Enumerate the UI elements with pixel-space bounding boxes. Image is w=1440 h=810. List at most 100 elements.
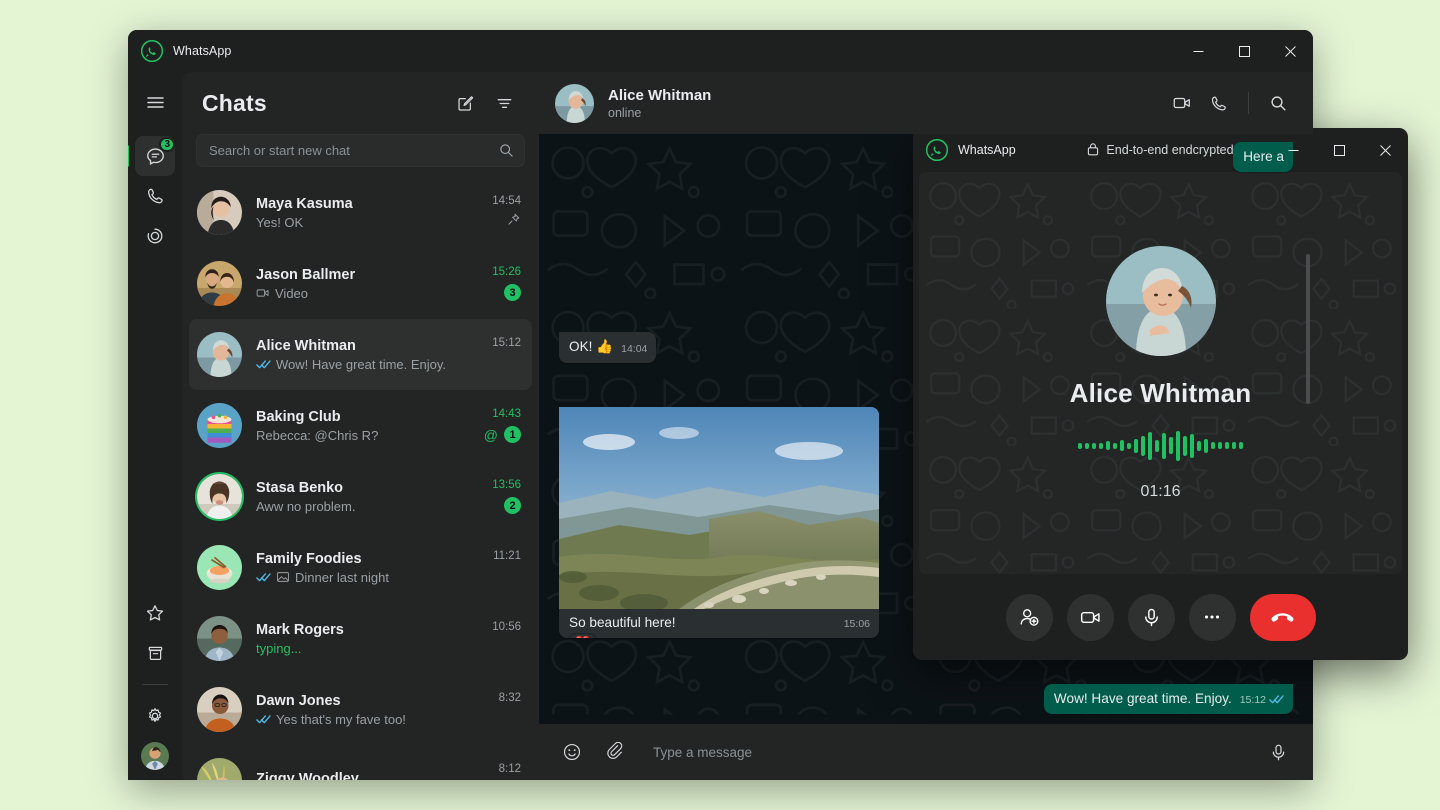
microphone-icon[interactable] bbox=[1262, 736, 1295, 769]
chat-list-item[interactable]: Baking ClubRebecca: @Chris R?14:43@1 bbox=[189, 390, 532, 461]
chat-time: 8:32 bbox=[499, 692, 521, 704]
sidebar-item-status[interactable] bbox=[135, 216, 175, 256]
avatar[interactable] bbox=[197, 474, 242, 519]
new-chat-icon[interactable] bbox=[449, 87, 482, 120]
chat-preview: Rebecca: @Chris R? bbox=[256, 428, 476, 443]
chat-preview-text: Aww no problem. bbox=[256, 499, 355, 514]
contact-avatar[interactable] bbox=[555, 84, 594, 123]
chat-preview-text: typing... bbox=[256, 641, 302, 656]
avatar[interactable] bbox=[197, 758, 242, 780]
sidebar-item-archived[interactable] bbox=[135, 633, 175, 673]
maximize-button[interactable] bbox=[1221, 30, 1267, 72]
chat-name: Ziggy Woodley bbox=[256, 771, 491, 780]
message-composer: Type a message bbox=[539, 724, 1313, 780]
search-placeholder: Search or start new chat bbox=[209, 143, 499, 158]
avatar[interactable] bbox=[197, 332, 242, 377]
call-maximize-button[interactable] bbox=[1316, 128, 1362, 172]
search-input[interactable]: Search or start new chat bbox=[196, 134, 525, 167]
message-input[interactable]: Type a message bbox=[645, 745, 1250, 760]
call-close-button[interactable] bbox=[1362, 128, 1408, 172]
chat-preview: typing... bbox=[256, 641, 484, 656]
avatar[interactable] bbox=[197, 403, 242, 448]
sidebar-item-starred[interactable] bbox=[135, 593, 175, 633]
message-bubble-outgoing[interactable]: Wow! Have great time. Enjoy. 15:12 bbox=[1044, 684, 1293, 714]
avatar[interactable] bbox=[197, 616, 242, 661]
search-icon bbox=[499, 143, 514, 158]
message-bubble-incoming[interactable]: OK! 👍 14:04 bbox=[559, 332, 656, 362]
chat-list-item[interactable]: Jason BallmerVideo15:263 bbox=[189, 248, 532, 319]
chat-badges bbox=[506, 213, 521, 230]
sidebar-item-settings[interactable] bbox=[135, 696, 175, 736]
waveform-bar bbox=[1106, 441, 1110, 450]
contact-name: Alice Whitman bbox=[608, 87, 711, 104]
search-chat-icon[interactable] bbox=[1262, 87, 1295, 120]
chats-unread-badge: 3 bbox=[159, 137, 175, 152]
video-call-icon[interactable] bbox=[1165, 87, 1198, 120]
chat-badges: 2 bbox=[504, 497, 521, 514]
chat-list-item[interactable]: Mark Rogers typing... 10:56 bbox=[189, 603, 532, 674]
waveform-bar bbox=[1211, 442, 1215, 449]
message-text: OK! 👍 bbox=[569, 338, 613, 356]
avatar[interactable] bbox=[197, 261, 242, 306]
message-time: 15:06 bbox=[844, 618, 870, 630]
waveform-bar bbox=[1141, 436, 1145, 456]
sidebar-item-chats[interactable]: 3 bbox=[135, 136, 175, 176]
chat-time: 14:43 bbox=[492, 408, 521, 420]
close-button[interactable] bbox=[1267, 30, 1313, 72]
call-contact-name: Alice Whitman bbox=[1070, 378, 1252, 409]
chat-time: 10:56 bbox=[492, 621, 521, 633]
waveform-bar bbox=[1239, 442, 1243, 449]
chat-list-item[interactable]: Stasa BenkoAww no problem.13:562 bbox=[189, 461, 532, 532]
message-bubble-image[interactable]: So beautiful here! 15:06 ❤️ bbox=[559, 407, 879, 638]
chat-name: Family Foodies bbox=[256, 551, 485, 567]
chat-name: Mark Rogers bbox=[256, 622, 484, 638]
waveform-bar bbox=[1134, 439, 1138, 453]
minimize-button[interactable] bbox=[1175, 30, 1221, 72]
waveform-bar bbox=[1120, 440, 1124, 451]
avatar[interactable] bbox=[197, 545, 242, 590]
pin-icon bbox=[506, 212, 521, 232]
call-contact-avatar bbox=[1106, 246, 1216, 356]
scrollbar-thumb[interactable] bbox=[1306, 254, 1310, 404]
chat-list-item[interactable]: Family FoodiesDinner last night11:21 bbox=[189, 532, 532, 603]
waveform-bar bbox=[1092, 443, 1096, 449]
chat-preview: Wow! Have great time. Enjoy. bbox=[256, 357, 484, 372]
chat-list-item[interactable]: Alice WhitmanWow! Have great time. Enjoy… bbox=[189, 319, 532, 390]
sidebar-item-calls[interactable] bbox=[135, 176, 175, 216]
conversation-header: Alice Whitman online bbox=[539, 72, 1313, 134]
waveform-bar bbox=[1197, 441, 1201, 451]
chat-list-panel: Chats bbox=[182, 72, 539, 780]
app-title: WhatsApp bbox=[173, 44, 231, 58]
chat-list-item[interactable]: Maya KasumaYes! OK14:54 bbox=[189, 177, 532, 248]
chat-time: 11:21 bbox=[493, 550, 521, 562]
unread-badge: 3 bbox=[504, 284, 521, 301]
chat-name: Maya Kasuma bbox=[256, 196, 484, 212]
window-controls bbox=[1175, 30, 1313, 72]
message-photo[interactable] bbox=[559, 407, 879, 609]
audio-waveform bbox=[1078, 429, 1243, 463]
chat-list-item[interactable]: Dawn JonesYes that's my fave too!8:32 bbox=[189, 674, 532, 745]
waveform-bar bbox=[1127, 443, 1131, 449]
menu-button[interactable] bbox=[135, 82, 175, 122]
header-divider bbox=[1248, 92, 1249, 114]
chat-preview: Video bbox=[256, 286, 484, 301]
waveform-bar bbox=[1078, 443, 1082, 449]
chat-preview-text: Wow! Have great time. Enjoy. bbox=[276, 357, 446, 372]
chat-list-item[interactable]: Ziggy Woodley8:12 bbox=[189, 745, 532, 780]
call-minimize-button[interactable] bbox=[1270, 128, 1316, 172]
chat-list[interactable]: Maya KasumaYes! OK14:54Jason BallmerVide… bbox=[182, 177, 539, 780]
voice-call-icon[interactable] bbox=[1202, 87, 1235, 120]
waveform-bar bbox=[1085, 443, 1089, 449]
rail-divider bbox=[142, 684, 168, 685]
profile-avatar[interactable] bbox=[141, 742, 169, 770]
waveform-bar bbox=[1204, 439, 1208, 453]
filter-icon[interactable] bbox=[488, 87, 521, 120]
emoji-icon[interactable] bbox=[555, 736, 588, 769]
avatar[interactable] bbox=[197, 687, 242, 732]
call-window-controls bbox=[1270, 128, 1408, 172]
paperclip-icon[interactable] bbox=[600, 736, 633, 769]
chat-preview-text: Yes! OK bbox=[256, 215, 303, 230]
avatar[interactable] bbox=[197, 190, 242, 235]
waveform-bar bbox=[1232, 442, 1236, 449]
chat-name: Jason Ballmer bbox=[256, 267, 484, 283]
